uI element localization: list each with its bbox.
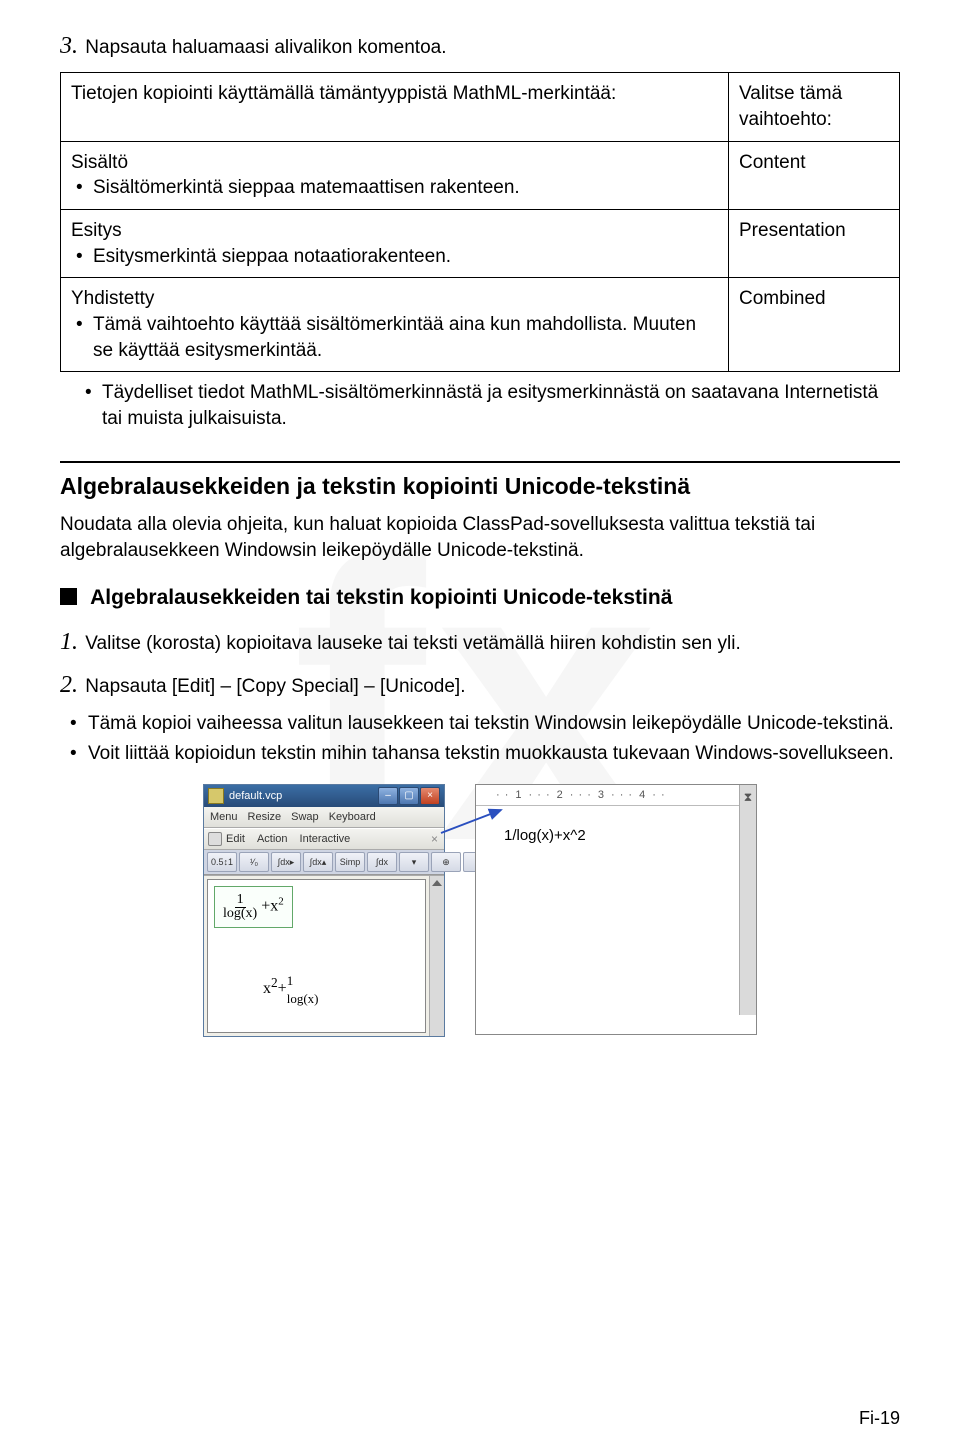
table-header-left: Tietojen kopiointi käyttämällä tämäntyyp… bbox=[61, 73, 729, 141]
submenu-item[interactable]: Edit bbox=[226, 832, 245, 847]
menu-item[interactable]: Swap bbox=[291, 810, 319, 825]
gear-icon[interactable] bbox=[208, 832, 222, 846]
row-option: Content bbox=[729, 141, 900, 209]
toolbar-button[interactable]: ¹⁄₀ bbox=[239, 852, 269, 872]
step-2-bullet-1: Tämä kopioi vaiheessa valitun lausekkeen… bbox=[60, 711, 900, 737]
work-panel[interactable]: 1log(x) +x2 x2+1log(x) bbox=[207, 879, 426, 1033]
step-1: 1. Valitse (korosta) kopioitava lauseke … bbox=[60, 626, 900, 658]
window-icon bbox=[208, 788, 224, 804]
step-3: 3. Napsauta haluamaasi alivalikon koment… bbox=[60, 30, 900, 62]
toolbar-button[interactable]: ▾ bbox=[399, 852, 429, 872]
menu-item[interactable]: Menu bbox=[210, 810, 238, 825]
toolbar-button[interactable]: 0.5↕1 bbox=[207, 852, 237, 872]
row-option: Combined bbox=[729, 278, 900, 372]
row-option: Presentation bbox=[729, 209, 900, 277]
step-2: 2. Napsauta [Edit] – [Copy Special] – [U… bbox=[60, 669, 900, 701]
step-2-text: Napsauta [Edit] – [Copy Special] – [Unic… bbox=[85, 676, 465, 697]
section-heading: Algebralausekkeiden ja tekstin kopiointi… bbox=[60, 471, 900, 502]
step-1-text: Valitse (korosta) kopioitava lauseke tai… bbox=[85, 633, 740, 654]
submenu-item[interactable]: Action bbox=[257, 832, 288, 847]
table-row: Yhdistetty Tämä vaihtoehto käyttää sisäl… bbox=[61, 278, 729, 372]
figure: default.vcp – ▢ × Menu Resize Swap Keybo… bbox=[60, 784, 900, 1037]
menu-item[interactable]: Keyboard bbox=[329, 810, 376, 825]
note-bullet: Täydelliset tiedot MathML-sisältömerkinn… bbox=[60, 380, 900, 431]
step-3-number: 3. bbox=[60, 33, 78, 59]
minimize-button[interactable]: – bbox=[378, 787, 398, 805]
titlebar: default.vcp – ▢ × bbox=[204, 785, 444, 807]
section-rule bbox=[60, 461, 900, 463]
table-header-right: Valitse tämä vaihtoehto: bbox=[729, 73, 900, 141]
toolbar: 0.5↕1 ¹⁄₀ ∫dx▸ ∫dx▴ Simp ∫dx ▾ ⊕ ▸ bbox=[204, 850, 444, 875]
step-1-number: 1. bbox=[60, 629, 78, 655]
word-window: ⧗ · · 1 · · · 2 · · · 3 · · · 4 · · bbox=[475, 784, 757, 1035]
maximize-button[interactable]: ▢ bbox=[399, 787, 419, 805]
formula-box: 1log(x) +x2 bbox=[214, 886, 293, 928]
intro-paragraph: Noudata alla olevia ohjeita, kun haluat … bbox=[60, 512, 900, 563]
menubar: Menu Resize Swap Keyboard bbox=[204, 807, 444, 828]
table-row: Esitys Esitysmerkintä sieppaa notaatiora… bbox=[61, 209, 729, 277]
row-desc: Esitysmerkintä sieppaa notaatiorakenteen… bbox=[71, 244, 718, 270]
hourglass-icon: ⧗ bbox=[740, 785, 756, 805]
square-bullet-icon bbox=[60, 588, 77, 605]
arrow-icon bbox=[446, 798, 524, 838]
options-table: Tietojen kopiointi käyttämällä tämäntyyp… bbox=[60, 72, 900, 372]
toolbar-button[interactable]: Simp bbox=[335, 852, 365, 872]
toolbar-button[interactable]: ⊕ bbox=[431, 852, 461, 872]
result-formula: x2+1log(x) bbox=[263, 972, 318, 1007]
scrollbar[interactable] bbox=[429, 876, 444, 1036]
step-2-number: 2. bbox=[60, 672, 78, 698]
toolbar-button[interactable]: ∫dx▴ bbox=[303, 852, 333, 872]
panel-close-icon[interactable]: × bbox=[431, 831, 438, 847]
window-title: default.vcp bbox=[229, 789, 282, 804]
row-title: Esitys bbox=[71, 218, 718, 244]
step-3-text: Napsauta haluamaasi alivalikon komentoa. bbox=[85, 37, 446, 58]
close-button[interactable]: × bbox=[420, 787, 440, 805]
word-content[interactable]: 1/log(x)+x^2 bbox=[476, 806, 756, 1034]
row-title: Yhdistetty bbox=[71, 286, 718, 312]
sub-heading-text: Algebralausekkeiden tai tekstin kopioint… bbox=[90, 586, 672, 609]
row-desc: Tämä vaihtoehto käyttää sisältömerkintää… bbox=[71, 312, 718, 363]
workarea: 1log(x) +x2 x2+1log(x) bbox=[204, 875, 444, 1036]
table-row: Sisältö Sisältömerkintä sieppaa matemaat… bbox=[61, 141, 729, 209]
step-2-bullet-2: Voit liittää kopioidun tekstin mihin tah… bbox=[60, 741, 900, 767]
toolbar-button[interactable]: ∫dx bbox=[367, 852, 397, 872]
menu-item[interactable]: Resize bbox=[248, 810, 282, 825]
row-desc: Sisältömerkintä sieppaa matemaattisen ra… bbox=[71, 175, 718, 201]
sub-heading: Algebralausekkeiden tai tekstin kopioint… bbox=[60, 584, 900, 612]
toolbar-button[interactable]: ∫dx▸ bbox=[271, 852, 301, 872]
classpad-window: default.vcp – ▢ × Menu Resize Swap Keybo… bbox=[203, 784, 445, 1037]
page-number: Fi-19 bbox=[859, 1406, 900, 1430]
row-title: Sisältö bbox=[71, 150, 718, 176]
sub-menubar: Edit Action Interactive × bbox=[204, 828, 444, 850]
submenu-item[interactable]: Interactive bbox=[300, 832, 351, 847]
